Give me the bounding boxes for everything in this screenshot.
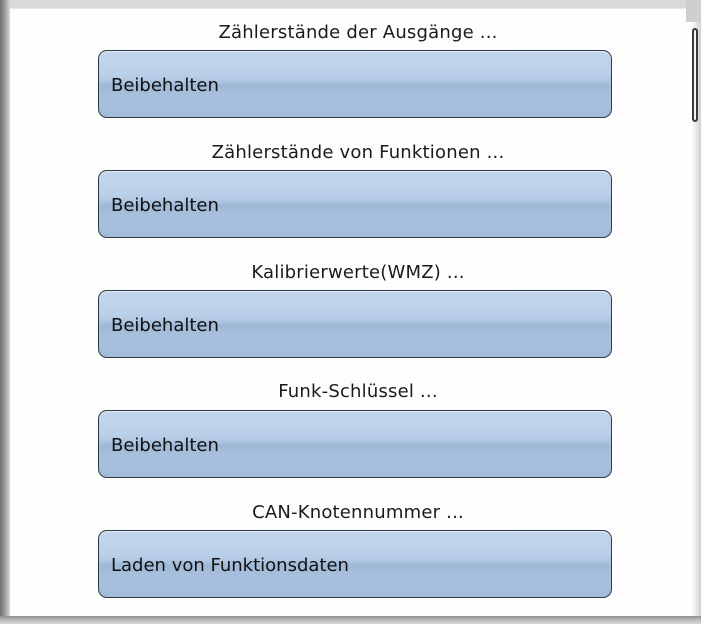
function-counters-select-button[interactable]: Beibehalten [98,170,612,238]
right-edge-top [686,0,701,22]
output-counters-value: Beibehalten [111,75,219,96]
calibration-values-value: Beibehalten [111,315,219,336]
radio-key-select-button[interactable]: Beibehalten [98,410,612,478]
can-node-number-value: Laden von Funktionsdaten [111,555,349,576]
bottom-edge [0,616,701,624]
heading-radio-key: Funk-Schlüssel ... [278,381,438,402]
can-node-number-select-button[interactable]: Laden von Funktionsdaten [98,530,612,598]
heading-calibration-values: Kalibrierwerte(WMZ) ... [251,262,465,283]
heading-output-counters: Zählerstände der Ausgänge ... [218,22,498,43]
radio-key-value: Beibehalten [111,435,219,456]
heading-can-node-number: CAN-Knotennummer ... [252,502,464,523]
calibration-values-select-button[interactable]: Beibehalten [98,290,612,358]
function-counters-value: Beibehalten [111,195,219,216]
heading-function-counters: Zählerstände von Funktionen ... [211,142,505,163]
output-counters-select-button[interactable]: Beibehalten [98,50,612,118]
scrollbar-thumb[interactable] [692,28,698,122]
